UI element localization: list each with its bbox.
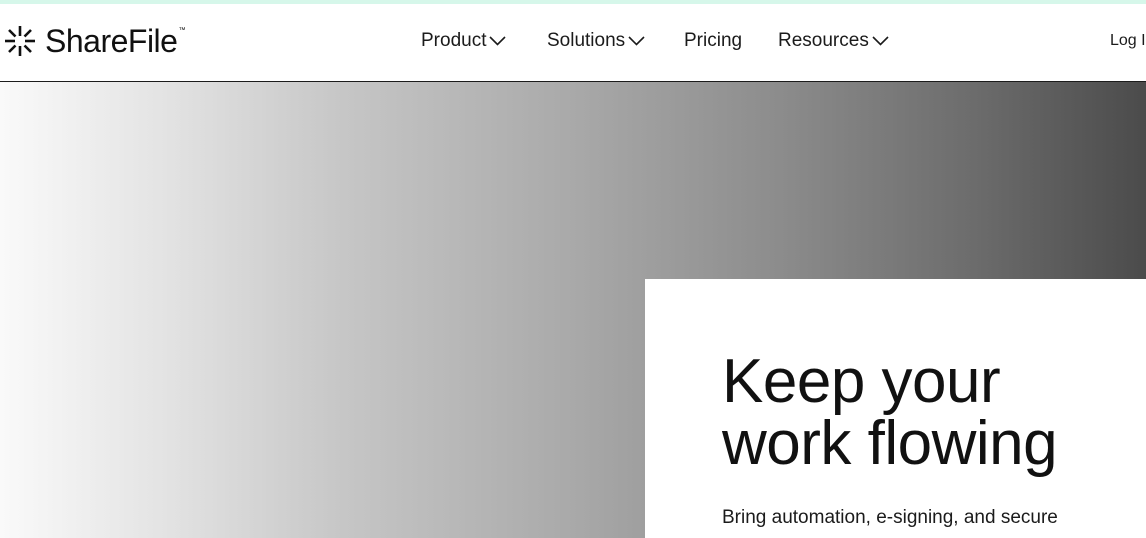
hero-subtitle: Bring automation, e-signing, and secure xyxy=(722,507,1058,528)
chevron-down-icon xyxy=(489,36,507,46)
nav-item-label: Pricing xyxy=(684,30,743,51)
nav-item-pricing[interactable]: Pricing xyxy=(684,26,742,56)
login-link[interactable]: Log In xyxy=(1110,26,1146,56)
chevron-down-icon xyxy=(628,36,645,46)
nav-item-solutions[interactable]: Solutions xyxy=(547,26,645,56)
brand-name: ShareFile™ xyxy=(45,23,185,59)
nav-item-label: Product xyxy=(421,30,487,51)
chevron-down-icon xyxy=(872,36,889,46)
trademark-symbol: ™ xyxy=(178,27,185,34)
nav-item-product[interactable]: Product xyxy=(421,26,507,56)
nav-item-label: Solutions xyxy=(547,30,626,51)
hero-card: Keep your work flowing Bring automation,… xyxy=(645,279,1146,538)
nav-item-resources[interactable]: Resources xyxy=(778,26,889,56)
hero-title: Keep your work flowing xyxy=(722,347,1058,478)
sharefile-burst-icon xyxy=(5,26,35,56)
site-header: ShareFile™ Product Solutions Pricing Res… xyxy=(0,4,1146,82)
nav-item-label: Resources xyxy=(778,30,869,51)
brand-logo-link[interactable]: ShareFile™ xyxy=(3,23,185,59)
